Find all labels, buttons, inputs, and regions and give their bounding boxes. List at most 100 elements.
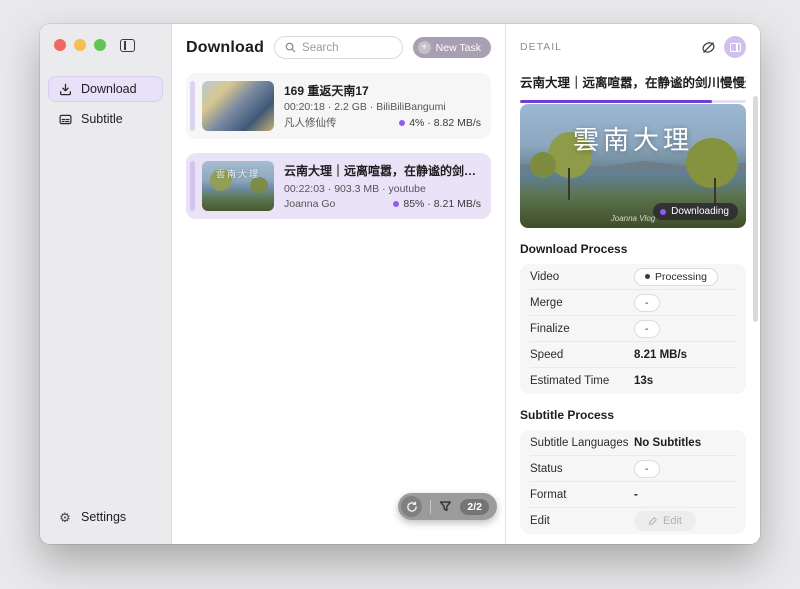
edit-button-label: Edit [663, 515, 682, 527]
row-label: Edit [530, 515, 634, 527]
toolbar-divider [430, 500, 431, 514]
refresh-button[interactable] [401, 496, 422, 517]
row-label: Speed [530, 349, 634, 361]
pill-label: - [645, 323, 649, 335]
thumbnail-overlay-title: 雲南大理 [520, 120, 746, 157]
new-task-button[interactable]: + New Task [413, 37, 491, 58]
sidebar-item-settings[interactable]: ⚙ Settings [48, 504, 136, 530]
search-input[interactable] [302, 42, 392, 54]
row-merge: Merge - [530, 290, 736, 316]
row-label: Format [530, 489, 634, 501]
row-label: Finalize [530, 323, 634, 335]
task-body: 云南大理｜远离喧嚣，在静谧的剑川慢慢... 00:22:03 · 903.3 M… [284, 161, 481, 211]
row-subtitle-format: Format - [530, 482, 736, 508]
page-title: Download [186, 39, 264, 57]
pill-label: - [645, 463, 649, 475]
row-label: Status [530, 463, 634, 475]
row-estimated-time: Estimated Time 13s [530, 368, 736, 394]
row-subtitle-status: Status - [530, 456, 736, 482]
subtitle-process-heading: Subtitle Process [520, 408, 746, 422]
download-progress-bar [520, 100, 746, 103]
row-label: Estimated Time [530, 375, 634, 387]
new-task-label: New Task [436, 42, 481, 54]
list-toolbar: 2/2 [398, 493, 497, 520]
minimize-button[interactable] [74, 39, 86, 51]
settings-label: Settings [81, 510, 126, 524]
download-process-card: Video Processing Merge - Finalize - Spe [520, 264, 746, 394]
sidebar-item-label: Download [81, 82, 137, 96]
sidebar-nav: Download Subtitle [48, 76, 163, 132]
task-row-2[interactable]: 雲南大理 云南大理｜远离喧嚣，在静谧的剑川慢慢... 00:22:03 · 90… [186, 153, 491, 219]
sidebar-item-label: Subtitle [81, 112, 123, 126]
row-label: Subtitle Languages [530, 437, 634, 449]
main-header: Download + New Task [172, 24, 505, 67]
task-author: 凡人修仙传 [284, 115, 337, 130]
pill-dot [645, 274, 650, 279]
main-panel: Download + New Task 169 重返天南17 [172, 24, 505, 544]
task-list: 169 重返天南17 00:20:18 · 2.2 GB · BiliBiliB… [172, 67, 505, 225]
subtitle-process-card: Subtitle Languages No Subtitles Status -… [520, 430, 746, 534]
speed-value: 8.21 MB/s [634, 349, 687, 361]
task-row-1[interactable]: 169 重返天南17 00:20:18 · 2.2 GB · BiliBiliB… [186, 73, 491, 139]
status-dot [399, 120, 405, 126]
row-label: Merge [530, 297, 634, 309]
sidebar: Download Subtitle ⚙ Settings [40, 24, 172, 544]
task-title: 169 重返天南17 [284, 82, 481, 99]
download-process-heading: Download Process [520, 242, 746, 256]
row-label: Video [530, 271, 634, 283]
download-icon [58, 82, 72, 96]
traffic-lights [54, 38, 106, 52]
subtitle-status-pill: - [634, 460, 660, 478]
row-speed: Speed 8.21 MB/s [530, 342, 736, 368]
detail-header: DETAIL [520, 36, 746, 58]
detail-thumbnail: 雲南大理 Joanna Vlog Downloading [520, 104, 746, 228]
merge-status-pill: - [634, 294, 660, 312]
badge-label: Downloading [671, 206, 729, 217]
detail-panel: DETAIL 云南大理｜远离喧嚣，在静谧的剑川慢慢逛｜千... 雲南大理 [505, 24, 760, 544]
task-bottom: 凡人修仙传 4% · 8.82 MB/s [284, 115, 481, 130]
close-button[interactable] [54, 39, 66, 51]
search-icon [285, 42, 296, 53]
task-status-text: 4% · 8.82 MB/s [409, 117, 481, 129]
app-window: Download Subtitle ⚙ Settings Download [40, 24, 760, 544]
task-title: 云南大理｜远离喧嚣，在静谧的剑川慢慢... [284, 162, 481, 179]
task-thumbnail: 雲南大理 [202, 161, 274, 211]
video-status-pill: Processing [634, 268, 718, 286]
detail-video-title: 云南大理｜远离喧嚣，在静谧的剑川慢慢逛｜千... [520, 72, 746, 91]
pencil-icon [648, 516, 658, 526]
edit-subtitle-button[interactable]: Edit [634, 511, 696, 531]
task-accent-bar [190, 81, 195, 131]
downloading-badge: Downloading [653, 203, 738, 220]
task-status-text: 85% · 8.21 MB/s [403, 198, 481, 210]
sidebar-toggle-icon[interactable] [120, 39, 135, 52]
badge-dot [660, 209, 666, 215]
languages-value: No Subtitles [634, 437, 701, 449]
zoom-button[interactable] [94, 39, 106, 51]
toggle-detail-panel-button[interactable] [724, 36, 746, 58]
download-progress-fill [520, 100, 712, 103]
search-field[interactable] [274, 36, 403, 59]
detail-panel-title: DETAIL [520, 41, 698, 53]
row-video: Video Processing [530, 264, 736, 290]
task-accent-bar [190, 161, 195, 211]
sidebar-item-subtitle[interactable]: Subtitle [48, 106, 163, 132]
plus-icon: + [418, 41, 431, 54]
task-meta: 00:22:03 · 903.3 MB · youtube [284, 183, 481, 195]
task-status: 4% · 8.82 MB/s [399, 117, 481, 129]
finalize-status-pill: - [634, 320, 660, 338]
task-status: 85% · 8.21 MB/s [393, 198, 481, 210]
thumbnail-overlay-text: 雲南大理 [202, 167, 274, 180]
task-bottom: Joanna Go 85% · 8.21 MB/s [284, 198, 481, 210]
subtitle-icon [58, 112, 72, 126]
filter-icon[interactable] [439, 500, 452, 513]
gear-icon: ⚙ [58, 510, 72, 524]
pill-label: Processing [655, 271, 707, 283]
task-body: 169 重返天南17 00:20:18 · 2.2 GB · BiliBiliB… [284, 81, 481, 131]
panel-icon [730, 43, 741, 52]
pill-label: - [645, 297, 649, 309]
sidebar-item-download[interactable]: Download [48, 76, 163, 102]
row-subtitle-languages: Subtitle Languages No Subtitles [530, 430, 736, 456]
detail-scrollbar[interactable] [753, 96, 758, 322]
eta-value: 13s [634, 375, 653, 387]
link-icon[interactable] [698, 37, 718, 57]
